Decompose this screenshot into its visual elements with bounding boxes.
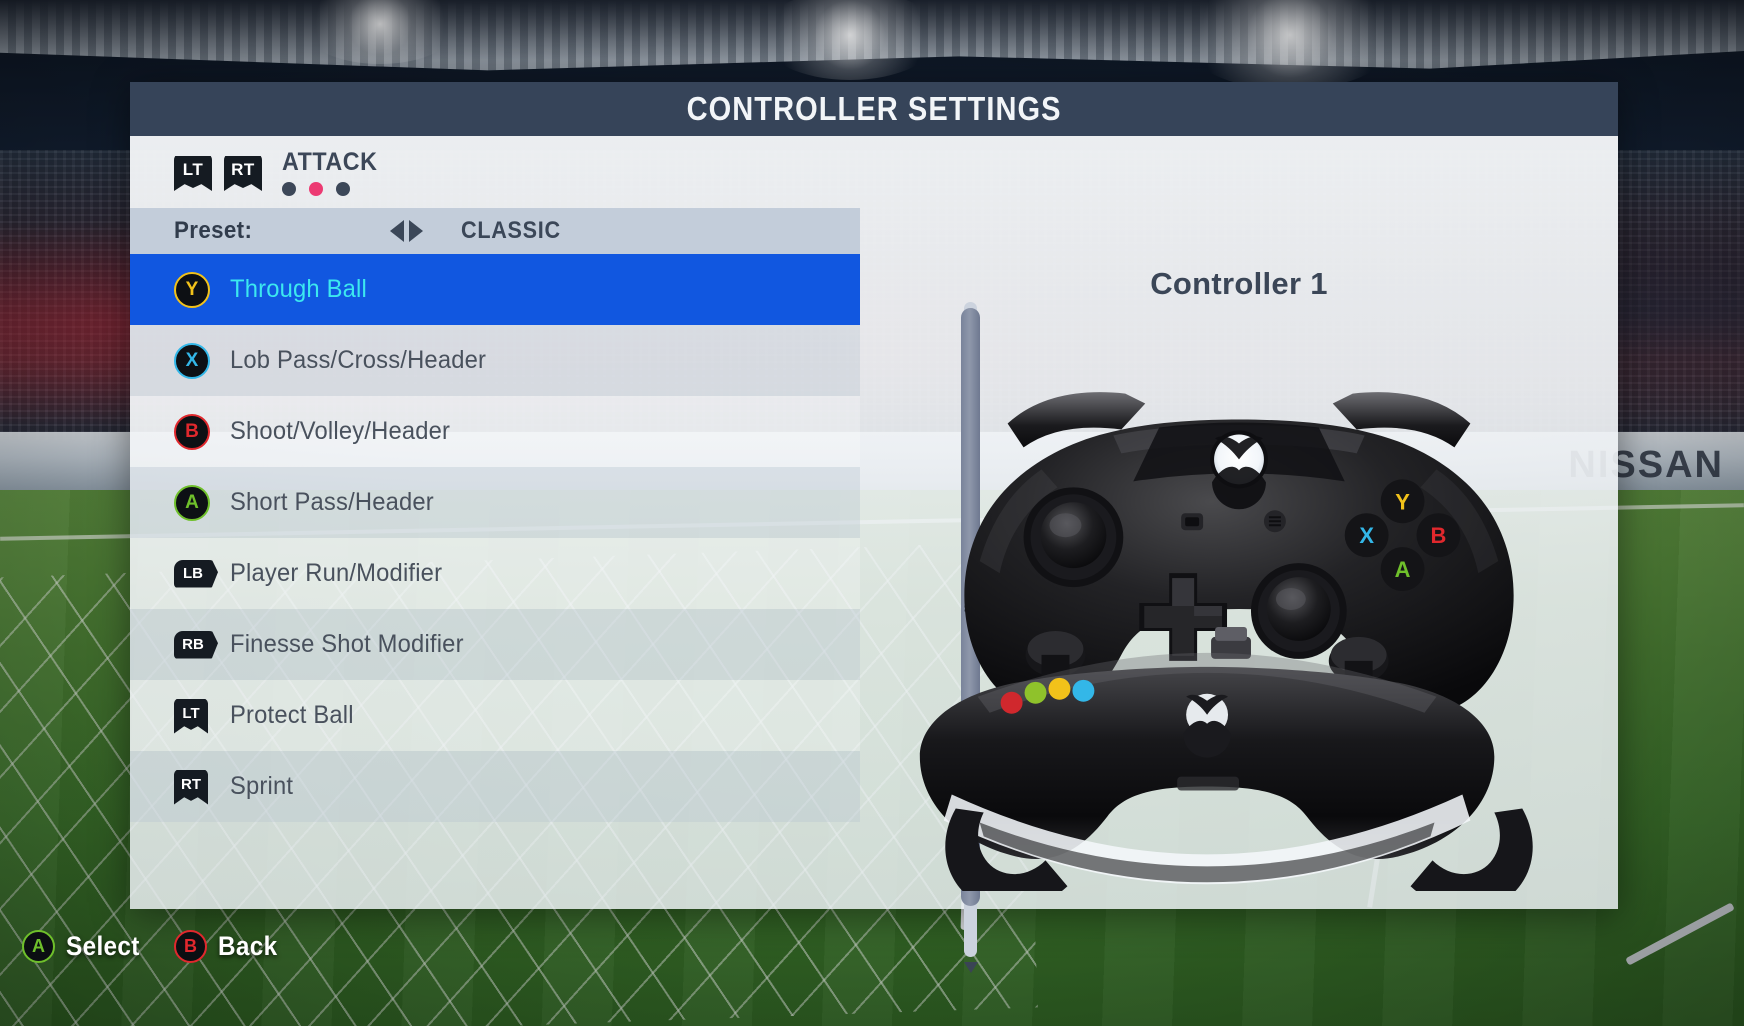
button-b-icon: B xyxy=(173,930,207,963)
tab-label-group: ATTACK xyxy=(282,148,385,196)
svg-text:X: X xyxy=(1359,523,1374,548)
binding-action-label: Shoot/Volley/Header xyxy=(230,417,451,445)
next-preset-arrow-icon[interactable] xyxy=(409,220,423,242)
xbox-one-controller-image: Y X B A xyxy=(860,331,1618,910)
binding-row-shoot-volley-header[interactable]: B Shoot/Volley/Header xyxy=(130,396,860,467)
binding-row-player-run-modifier[interactable]: LB Player Run/Modifier xyxy=(130,538,860,609)
bindings-list: Y Through Ball X Lob Pass/Cross/Header B Shoo… xyxy=(130,254,860,822)
binding-button-lt-icon: LT xyxy=(174,698,230,734)
svg-text:Y: Y xyxy=(1395,489,1410,514)
rt-trigger-icon[interactable]: RT xyxy=(224,153,262,191)
page-dot-0[interactable] xyxy=(282,182,296,196)
binding-row-finesse-shot-modifier[interactable]: RB Finesse Shot Modifier xyxy=(130,609,860,680)
binding-action-label: Short Pass/Header xyxy=(230,488,434,516)
preset-label: Preset: xyxy=(174,217,253,244)
page-dots xyxy=(282,182,385,196)
binding-button-a-icon: A xyxy=(174,484,230,521)
binding-button-lb-icon: LB xyxy=(174,559,230,588)
button-a-icon: A xyxy=(22,930,55,963)
binding-action-label: Player Run/Modifier xyxy=(230,559,443,587)
lt-trigger-icon[interactable]: LT xyxy=(174,153,212,191)
binding-button-x-icon: X xyxy=(174,342,230,379)
page-dot-2[interactable] xyxy=(336,182,350,196)
binding-action-label: Lob Pass/Cross/Header xyxy=(230,346,487,374)
panel-title-bar: CONTROLLER SETTINGS xyxy=(130,82,1618,136)
binding-button-y-icon: Y xyxy=(174,271,230,308)
binding-row-sprint[interactable]: RT Sprint xyxy=(130,751,860,822)
button-hints-bar: A Select B Back xyxy=(22,930,284,963)
preset-arrows xyxy=(390,220,423,242)
svg-text:B: B xyxy=(1431,523,1447,548)
preset-value: CLASSIC xyxy=(461,217,561,244)
panel-body: LT RT ATTACK Preset: CLASSIC Y Through B… xyxy=(130,136,1618,973)
hint-back[interactable]: B Back xyxy=(173,930,284,963)
page-dot-1[interactable] xyxy=(309,182,323,196)
binding-row-through-ball[interactable]: Y Through Ball xyxy=(130,254,860,325)
controller-settings-panel: CONTROLLER SETTINGS LT RT ATTACK Preset:… xyxy=(130,82,1618,973)
hint-label: Back xyxy=(217,931,278,961)
tab-header: LT RT ATTACK xyxy=(130,136,860,208)
prev-preset-arrow-icon[interactable] xyxy=(390,220,404,242)
hint-select[interactable]: A Select xyxy=(22,930,148,963)
binding-row-short-pass-header[interactable]: A Short Pass/Header xyxy=(130,467,860,538)
page-title: CONTROLLER SETTINGS xyxy=(686,90,1062,127)
hint-label: Select xyxy=(66,931,140,961)
binding-row-lob-pass-cross-header[interactable]: X Lob Pass/Cross/Header xyxy=(130,325,860,396)
tab-name: ATTACK xyxy=(282,148,378,176)
binding-action-label: Finesse Shot Modifier xyxy=(230,630,464,658)
controller-title: Controller 1 xyxy=(1150,266,1328,301)
binding-action-label: Protect Ball xyxy=(230,701,354,729)
scroll-down-arrow-icon[interactable] xyxy=(964,962,978,973)
svg-text:A: A xyxy=(1395,557,1411,582)
binding-button-rb-icon: RB xyxy=(174,630,230,659)
binding-action-label: Sprint xyxy=(230,772,294,800)
preset-row[interactable]: Preset: CLASSIC xyxy=(130,208,860,254)
binding-row-protect-ball[interactable]: LT Protect Ball xyxy=(130,680,860,751)
bindings-column: LT RT ATTACK Preset: CLASSIC Y Through B… xyxy=(130,136,980,973)
binding-button-rt-icon: RT xyxy=(174,769,230,805)
controller-preview-column: Controller 1 Y X B A xyxy=(860,136,1618,910)
binding-button-b-icon: B xyxy=(174,413,230,450)
binding-action-label: Through Ball xyxy=(230,275,367,303)
